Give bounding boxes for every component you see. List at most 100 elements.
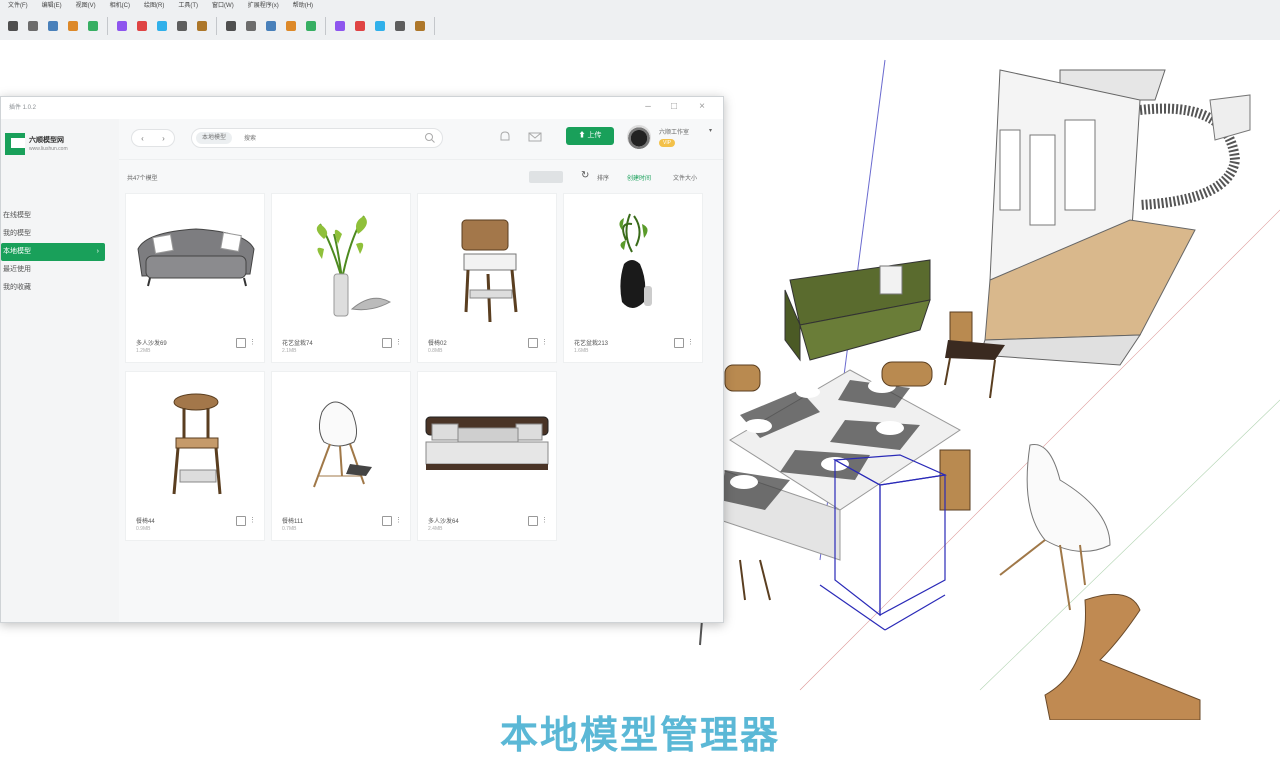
menu-item[interactable]: 相机(C) <box>110 0 130 12</box>
model-name: 花艺盆栽74 <box>282 341 313 347</box>
zoom-icon[interactable] <box>371 17 389 35</box>
model-thumbnail[interactable] <box>418 372 556 512</box>
model-size: 1.6MB <box>574 348 589 354</box>
more-icon[interactable]: ⋮ <box>541 516 548 526</box>
maximize-button[interactable]: □ <box>667 101 681 113</box>
insert-icon[interactable] <box>382 338 392 348</box>
model-size: 1.2MB <box>136 348 151 354</box>
paint-icon[interactable] <box>44 17 62 35</box>
menu-item[interactable]: 帮助(H) <box>293 0 313 12</box>
toolbar-separator <box>325 17 326 35</box>
avatar[interactable] <box>627 125 651 149</box>
minimize-button[interactable]: – <box>641 101 655 113</box>
pan-icon[interactable] <box>351 17 369 35</box>
eraser-icon[interactable] <box>24 17 42 35</box>
model-card[interactable]: 餐椅111 0.7MB ⋮ <box>271 371 411 541</box>
insert-icon[interactable] <box>236 516 246 526</box>
more-icon[interactable]: ⋮ <box>249 516 256 526</box>
search-icon[interactable] <box>424 132 436 144</box>
more-icon[interactable]: ⋮ <box>395 338 402 348</box>
menu-item[interactable]: 文件(F) <box>8 0 28 12</box>
circle-icon[interactable] <box>113 17 131 35</box>
search-box: 本地模型 <box>191 128 443 148</box>
toolbar-separator <box>434 17 435 35</box>
view-toggle[interactable] <box>529 171 563 183</box>
more-icon[interactable]: ⋮ <box>395 516 402 526</box>
username[interactable]: 六顺工作室 <box>659 127 689 136</box>
menu-item[interactable]: 编辑(E) <box>42 0 62 12</box>
model-name: 多人沙发69 <box>136 341 167 347</box>
sidebar-item[interactable]: 最近使用 <box>1 261 119 279</box>
offset-icon[interactable] <box>222 17 240 35</box>
toolbar-separator <box>216 17 217 35</box>
forward-button[interactable]: › <box>162 134 165 143</box>
model-card[interactable]: 多人沙发64 2.4MB ⋮ <box>417 371 557 541</box>
line-icon[interactable] <box>64 17 82 35</box>
card-actions: ⋮ <box>382 516 402 526</box>
tape-icon[interactable] <box>242 17 260 35</box>
insert-icon[interactable] <box>236 338 246 348</box>
menu-item[interactable]: 视图(V) <box>76 0 96 12</box>
model-card[interactable]: 餐椅02 0.8MB ⋮ <box>417 193 557 363</box>
model-name: 花艺盆栽213 <box>574 341 609 347</box>
move-icon[interactable] <box>153 17 171 35</box>
model-card[interactable]: 多人沙发69 1.2MB ⋮ <box>125 193 265 363</box>
model-size: 0.7MB <box>282 526 297 532</box>
sort-by-time[interactable]: 创建时间 <box>627 173 651 182</box>
close-button[interactable]: × <box>695 101 709 113</box>
zoom-extents-icon[interactable] <box>391 17 409 35</box>
sidebar-item[interactable]: 我的模型 <box>1 225 119 243</box>
search-input[interactable] <box>242 131 416 147</box>
model-thumbnail[interactable] <box>126 194 264 334</box>
insert-icon[interactable] <box>674 338 684 348</box>
search-scope-tag[interactable]: 本地模型 <box>196 132 233 144</box>
menu-item[interactable]: 工具(T) <box>178 0 198 12</box>
model-card[interactable]: 花艺盆栽74 2.1MB ⋮ <box>271 193 411 363</box>
model-thumbnail[interactable] <box>272 372 410 512</box>
push-pull-icon[interactable] <box>133 17 151 35</box>
card-actions: ⋮ <box>236 338 256 348</box>
sidebar-item[interactable]: 在线模型 <box>1 207 119 225</box>
sidebar: 六顺模型网 www.liushun.com 在线模型 我的模型 本地模型 › 最近使用我… <box>1 119 120 622</box>
menu-item[interactable]: 绘图(R) <box>144 0 164 12</box>
select-icon[interactable] <box>4 17 22 35</box>
insert-icon[interactable] <box>382 516 392 526</box>
rotate-icon[interactable] <box>173 17 191 35</box>
insert-icon[interactable] <box>528 338 538 348</box>
model-card[interactable]: 餐椅44 0.9MB ⋮ <box>125 371 265 541</box>
scale-icon[interactable] <box>193 17 211 35</box>
bell-icon[interactable] <box>497 129 513 145</box>
sort-by-size[interactable]: 文件大小 <box>673 173 697 182</box>
model-size: 0.8MB <box>428 348 443 354</box>
chevron-down-icon[interactable]: ▾ <box>709 127 712 134</box>
card-actions: ⋮ <box>528 516 548 526</box>
model-thumbnail[interactable] <box>272 194 410 334</box>
model-card[interactable]: 花艺盆栽213 1.6MB ⋮ <box>563 193 703 363</box>
axes-icon[interactable] <box>302 17 320 35</box>
model-name: 餐椅111 <box>282 519 304 525</box>
sidebar-nav: 在线模型 我的模型 本地模型 › 最近使用 我的收藏 <box>1 207 119 297</box>
sidebar-item[interactable]: 我的收藏 <box>1 279 119 297</box>
model-thumbnail[interactable] <box>126 372 264 512</box>
toolbar-separator <box>107 17 108 35</box>
menu-item[interactable]: 扩展程序(x) <box>248 0 279 12</box>
model-thumbnail[interactable] <box>564 194 702 334</box>
sidebar-item[interactable]: 本地模型 › <box>1 243 105 261</box>
upload-button[interactable]: ⬆ 上传 <box>566 127 614 145</box>
model-thumbnail[interactable] <box>418 194 556 334</box>
menu-item[interactable]: 窗口(W) <box>212 0 234 12</box>
section-icon[interactable] <box>411 17 429 35</box>
mail-icon[interactable] <box>527 129 543 145</box>
text-icon[interactable] <box>282 17 300 35</box>
insert-icon[interactable] <box>528 516 538 526</box>
toolbar <box>4 14 438 38</box>
orbit-icon[interactable] <box>331 17 349 35</box>
card-actions: ⋮ <box>528 338 548 348</box>
more-icon[interactable]: ⋮ <box>687 338 694 348</box>
rectangle-icon[interactable] <box>84 17 102 35</box>
more-icon[interactable]: ⋮ <box>541 338 548 348</box>
dimension-icon[interactable] <box>262 17 280 35</box>
refresh-icon[interactable]: ↻ <box>581 170 589 181</box>
back-button[interactable]: ‹ <box>141 134 144 143</box>
more-icon[interactable]: ⋮ <box>249 338 256 348</box>
